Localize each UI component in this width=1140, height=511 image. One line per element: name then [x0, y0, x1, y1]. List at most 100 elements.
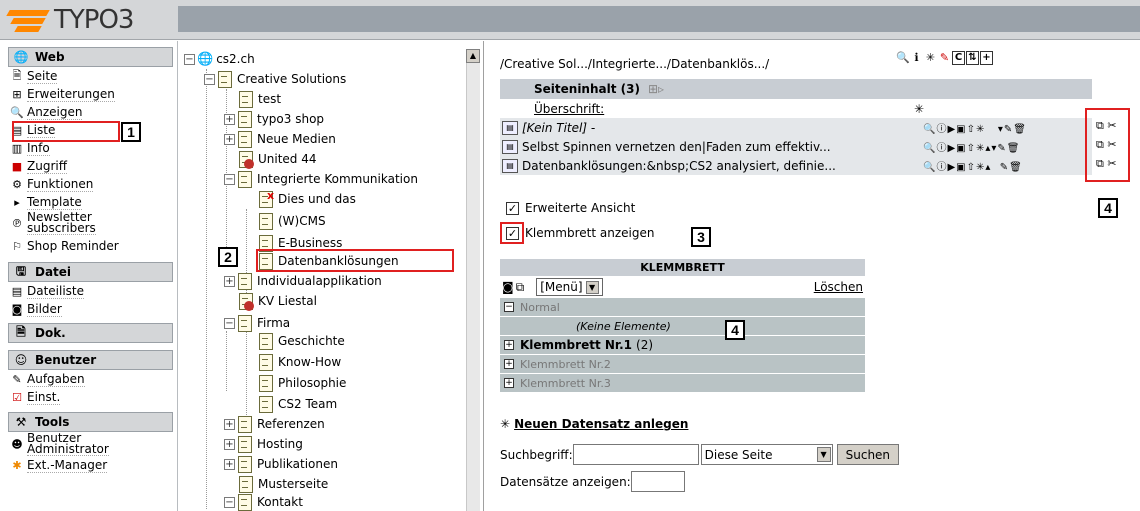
clipboard-pad-1[interactable]: + Klemmbrett Nr.1 (2): [500, 336, 865, 355]
table-row[interactable]: ▤ [Kein Titel] - 🔍ⓘ▶▣⇧✳ ▾✎🗑: [500, 118, 1092, 137]
table-row[interactable]: ▤ Datenbanklösungen:&nbsp;CS2 analysiert…: [500, 156, 1092, 175]
collapse-icon[interactable]: −: [224, 173, 235, 185]
row-action-icons[interactable]: 🔍ⓘ▶▣⇧✳▴ ✎🗑: [923, 158, 1023, 173]
menu-item-einst[interactable]: ☑ Einst.: [10, 388, 177, 406]
records-count-input[interactable]: [630, 471, 685, 492]
new-page-icon[interactable]: +: [980, 51, 993, 65]
collapse-icon[interactable]: −: [204, 73, 215, 85]
tree-node-publikationen[interactable]: + Publikationen: [224, 454, 338, 474]
search-form: Suchbegriff: Diese Seite ▼ Suchen: [500, 444, 900, 465]
content-table: Seiteninhalt (3) ⊞▹ Überschrift: ✳ ▤ [Ke…: [500, 79, 1092, 175]
menu-item-anzeigen[interactable]: 🔍 Anzeigen: [10, 103, 177, 121]
tree-node-individualapplikation[interactable]: + Individualapplikation: [224, 271, 382, 291]
clipboard-pad-3[interactable]: + Klemmbrett Nr.3: [500, 374, 865, 393]
tree-node-know-how[interactable]: Know-How: [258, 352, 341, 372]
typo3-logo-mark-icon: [6, 6, 52, 34]
menu-group-datei[interactable]: 🖫 Datei: [8, 262, 173, 282]
menu-item-shop-reminder[interactable]: ⚐ Shop Reminder: [10, 235, 177, 257]
tree-root[interactable]: − 🌐 cs2.ch: [184, 49, 255, 69]
expand-icon[interactable]: +: [224, 438, 235, 450]
new-record-link[interactable]: ✳ Neuen Datensatz anlegen: [500, 417, 688, 431]
search-input[interactable]: [572, 444, 699, 465]
tree-node-cs2-team[interactable]: CS2 Team: [258, 394, 337, 414]
tree-node-integrierte-kommunikation[interactable]: − Integrierte Kommunikation: [224, 169, 418, 189]
tree-node-creative-solutions[interactable]: − Creative Solutions: [204, 69, 346, 89]
tree-node-dies-und-das[interactable]: x Dies und das: [258, 189, 356, 209]
menu-item-aufgaben[interactable]: ✎ Aufgaben: [10, 370, 177, 388]
search-button[interactable]: Suchen: [836, 444, 900, 465]
page-icon: [237, 494, 252, 511]
info-icon: ▥: [11, 141, 23, 155]
menu-item-zugriff[interactable]: ■ Zugriff: [10, 157, 177, 175]
clipboard-menu-select[interactable]: [Menü] ▼: [536, 278, 603, 296]
clipboard-toolbar: ◙ ⧉ [Menü] ▼ Löschen: [500, 276, 865, 298]
doc-icon: 🗎: [16, 324, 26, 339]
page-icon: [217, 71, 232, 88]
tree-node-geschichte[interactable]: Geschichte: [258, 331, 345, 351]
row-action-icons[interactable]: 🔍ⓘ▶▣⇧✳ ▾✎🗑: [923, 120, 1027, 135]
clear-cache-icon[interactable]: C: [952, 51, 965, 65]
tree-scrollbar[interactable]: [466, 49, 480, 511]
menu-item-funktionen[interactable]: ⚙ Funktionen: [10, 175, 177, 193]
tree-node-kontakt[interactable]: − Kontakt: [224, 492, 303, 511]
clipboard-pad-normal[interactable]: − Normal: [500, 298, 865, 317]
menu-item-benutzer-admin[interactable]: ☻ Benutzer Administrator: [10, 432, 177, 456]
tree-node-philosophie[interactable]: Philosophie: [258, 373, 346, 393]
expand-icon[interactable]: +: [224, 275, 235, 287]
search-scope-select[interactable]: Diese Seite ▼: [700, 444, 833, 465]
menu-item-newsletter[interactable]: ℗ Newsletter subscribers: [10, 211, 177, 235]
new-record-icon[interactable]: ✳: [924, 51, 937, 65]
collapse-icon[interactable]: −: [224, 317, 235, 329]
page-icon: [237, 456, 252, 473]
row-action-icons[interactable]: 🔍ⓘ▶▣⇧✳▴▾✎🗑: [923, 139, 1020, 154]
checkbox-checked-icon[interactable]: ✓: [506, 201, 519, 215]
klemmbrett-anzeigen-checkbox[interactable]: ✓ Klemmbrett anzeigen: [506, 226, 654, 240]
tree-node-typo3-shop[interactable]: + typo3 shop: [224, 109, 324, 129]
expand-icon[interactable]: +: [224, 133, 235, 145]
new-element-icon[interactable]: ✳: [914, 102, 924, 116]
user-icon: ☺: [14, 353, 28, 367]
top-bar: TYPO3: [0, 0, 1140, 40]
expand-icon[interactable]: +: [224, 458, 235, 470]
tree-node-referenzen[interactable]: + Referenzen: [224, 414, 325, 434]
table-row[interactable]: ▤ Selbst Spinnen vernetzen den|Faden zum…: [500, 137, 1092, 156]
menu-item-dateiliste[interactable]: ▤ Dateiliste: [10, 282, 177, 300]
menu-item-bilder[interactable]: ◙ Bilder: [10, 300, 177, 318]
camera-icon[interactable]: ◙: [502, 280, 514, 294]
expand-table-icon[interactable]: ⊞▹: [648, 82, 664, 96]
tree-node-united-44[interactable]: United 44: [238, 149, 317, 169]
menu-item-seite[interactable]: 🗎 Seite: [10, 67, 177, 85]
tree-node-test[interactable]: test: [238, 89, 281, 109]
edit-page-icon[interactable]: ✎: [938, 51, 951, 65]
menu-group-dok[interactable]: 🗎 Dok.: [8, 323, 173, 343]
menu-group-tools[interactable]: ⚒ Tools: [8, 412, 173, 432]
tree-node-kv-liestal[interactable]: KV Liestal: [238, 291, 317, 311]
extmanager-icon: ✱: [12, 458, 22, 472]
info-tag-icon[interactable]: ℹ: [910, 51, 923, 65]
globe-icon: 🌐: [197, 51, 214, 67]
paste-icon[interactable]: ⧉: [516, 280, 525, 295]
collapse-icon[interactable]: −: [184, 53, 195, 65]
tree-node-wcms[interactable]: (W)CMS: [258, 211, 326, 231]
tree-node-neue-medien[interactable]: + Neue Medien: [224, 129, 336, 149]
clipboard-pad-2[interactable]: + Klemmbrett Nr.2: [500, 355, 865, 374]
page-toolbar: 🔍 ℹ ✳ ✎ C ⇅ +: [896, 51, 993, 65]
collapse-icon[interactable]: −: [224, 496, 235, 508]
clipboard-clear-link[interactable]: Löschen: [814, 280, 865, 294]
annotation-label: 2: [218, 247, 238, 267]
tree-node-firma[interactable]: − Firma: [224, 313, 290, 333]
tree-node-hosting[interactable]: + Hosting: [224, 434, 303, 454]
menu-group-web[interactable]: 🌐 Web: [8, 47, 173, 67]
export-icon[interactable]: ⇅: [966, 51, 979, 65]
erweiterte-ansicht-checkbox[interactable]: ✓ Erweiterte Ansicht: [506, 201, 635, 215]
menu-item-erweiterungen[interactable]: ⊞ Erweiterungen: [10, 85, 177, 103]
view-magnifier-icon[interactable]: 🔍: [896, 51, 910, 65]
menu-item-template[interactable]: ▸ Template: [10, 193, 177, 211]
menu-item-ext-manager[interactable]: ✱ Ext.-Manager: [10, 456, 177, 474]
tree-node-musterseite[interactable]: Musterseite: [238, 474, 328, 494]
expand-icon[interactable]: +: [224, 418, 235, 430]
page-icon: [237, 273, 252, 290]
menu-group-benutzer[interactable]: ☺ Benutzer: [8, 350, 173, 370]
scroll-up-arrow-icon[interactable]: ▲: [466, 49, 480, 63]
expand-icon[interactable]: +: [224, 113, 235, 125]
